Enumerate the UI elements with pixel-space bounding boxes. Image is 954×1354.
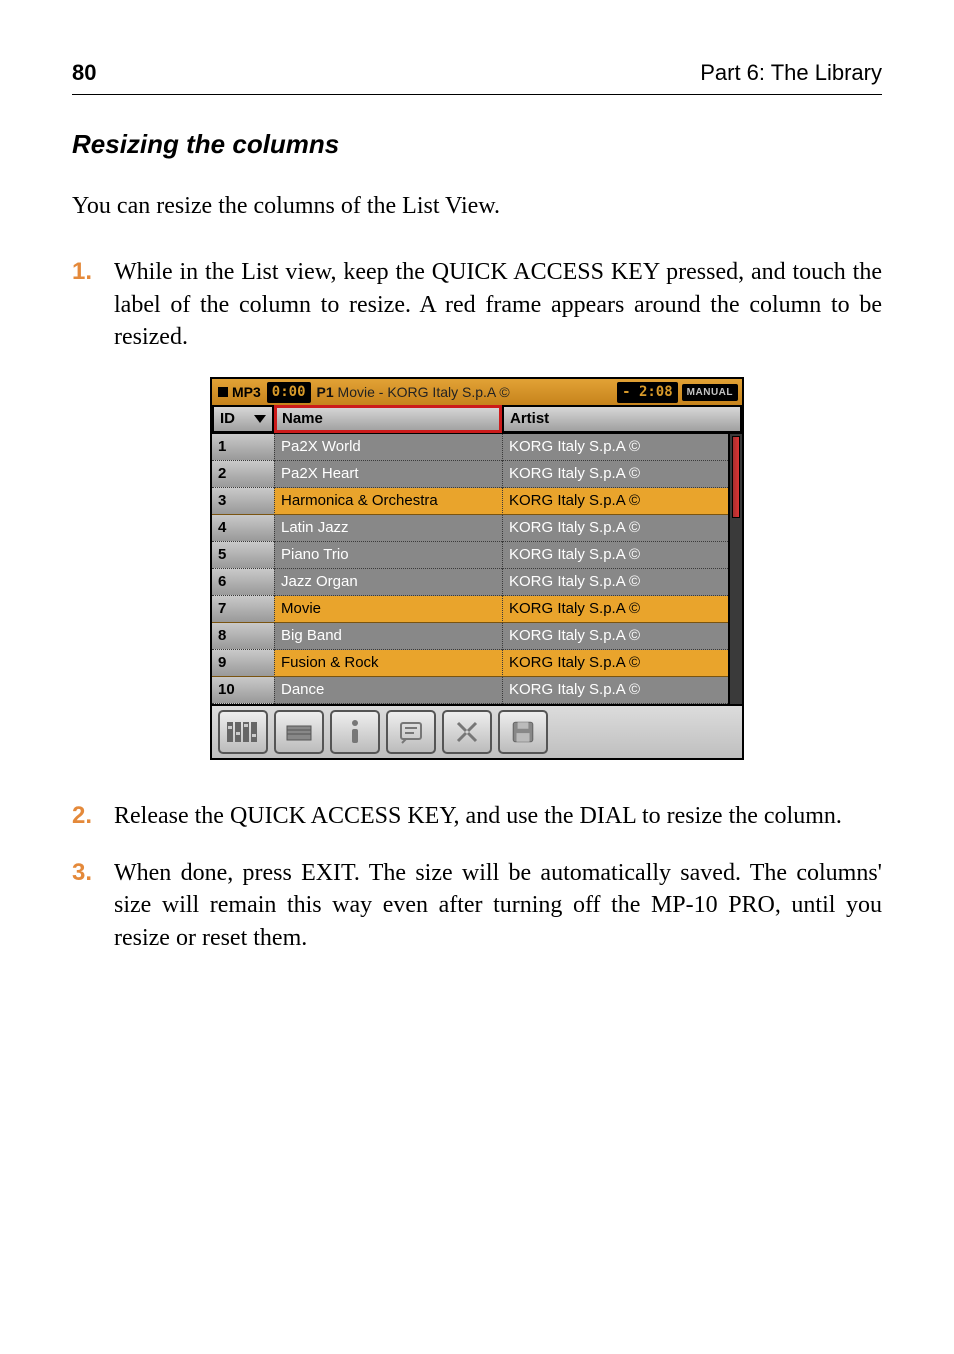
keyboard-icon: [286, 719, 312, 745]
cell-id: 7: [212, 596, 274, 623]
cell-id: 8: [212, 623, 274, 650]
toolbar: [212, 704, 742, 758]
table-row[interactable]: 6Jazz OrganKORG Italy S.p.A ©: [212, 569, 728, 596]
cell-artist: KORG Italy S.p.A ©: [502, 488, 728, 515]
cell-name: Dance: [274, 677, 502, 704]
lyrics-icon: [398, 719, 424, 745]
page-header: 80 Part 6: The Library: [72, 58, 882, 88]
table-header: ID Name Artist: [212, 407, 742, 434]
cell-artist: KORG Italy S.p.A ©: [502, 461, 728, 488]
save-icon: [510, 719, 536, 745]
device-screenshot: MP3 0:00 P1 Movie - KORG Italy S.p.A © -…: [210, 377, 744, 760]
table-row[interactable]: 10DanceKORG Italy S.p.A ©: [212, 677, 728, 704]
stop-icon: [218, 387, 228, 397]
step-1: 1. While in the List view, keep the QUIC…: [72, 256, 882, 353]
cell-id: 6: [212, 569, 274, 596]
page-number: 80: [72, 58, 96, 88]
cell-name: Fusion & Rock: [274, 650, 502, 677]
keyboard-button[interactable]: [274, 710, 324, 754]
save-button[interactable]: [498, 710, 548, 754]
song-title: P1 Movie - KORG Italy S.p.A ©: [317, 383, 614, 402]
cell-name: Big Band: [274, 623, 502, 650]
header-rule: [72, 94, 882, 95]
cell-id: 1: [212, 434, 274, 461]
mixer-icon: [226, 719, 260, 745]
format-tag: MP3: [232, 383, 261, 402]
info-button[interactable]: [330, 710, 380, 754]
cell-name: Jazz Organ: [274, 569, 502, 596]
cell-artist: KORG Italy S.p.A ©: [502, 596, 728, 623]
table-row[interactable]: 4Latin JazzKORG Italy S.p.A ©: [212, 515, 728, 542]
section-title: Part 6: The Library: [700, 58, 882, 88]
cell-artist: KORG Italy S.p.A ©: [502, 650, 728, 677]
cell-name: Pa2X Heart: [274, 461, 502, 488]
table-row[interactable]: 3Harmonica & OrchestraKORG Italy S.p.A ©: [212, 488, 728, 515]
table-row[interactable]: 7MovieKORG Italy S.p.A ©: [212, 596, 728, 623]
cell-name: Piano Trio: [274, 542, 502, 569]
table-row[interactable]: 1Pa2X WorldKORG Italy S.p.A ©: [212, 434, 728, 461]
step-3: 3. When done, press EXIT. The size will …: [72, 857, 882, 954]
title-bar: MP3 0:00 P1 Movie - KORG Italy S.p.A © -…: [212, 379, 742, 407]
cell-name: Movie: [274, 596, 502, 623]
cell-artist: KORG Italy S.p.A ©: [502, 434, 728, 461]
tools-button[interactable]: [442, 710, 492, 754]
intro-text: You can resize the columns of the List V…: [72, 190, 882, 222]
table-row[interactable]: 5Piano TrioKORG Italy S.p.A ©: [212, 542, 728, 569]
cell-artist: KORG Italy S.p.A ©: [502, 677, 728, 704]
mode-badge: MANUAL: [682, 384, 738, 402]
table-body: 1Pa2X WorldKORG Italy S.p.A ©2Pa2X Heart…: [212, 434, 728, 704]
cell-artist: KORG Italy S.p.A ©: [502, 515, 728, 542]
cell-id: 10: [212, 677, 274, 704]
scrollbar[interactable]: [728, 434, 742, 704]
cell-id: 4: [212, 515, 274, 542]
mixer-button[interactable]: [218, 710, 268, 754]
cell-id: 2: [212, 461, 274, 488]
lyrics-button[interactable]: [386, 710, 436, 754]
cell-id: 5: [212, 542, 274, 569]
cell-artist: KORG Italy S.p.A ©: [502, 569, 728, 596]
tools-icon: [454, 719, 480, 745]
column-name[interactable]: Name: [274, 407, 502, 433]
time-remaining: - 2:08: [617, 382, 678, 403]
step-2: 2. Release the QUICK ACCESS KEY, and use…: [72, 800, 882, 832]
scrollbar-track[interactable]: [730, 520, 742, 705]
cell-name: Pa2X World: [274, 434, 502, 461]
info-icon: [342, 719, 368, 745]
table-row[interactable]: 9Fusion & RockKORG Italy S.p.A ©: [212, 650, 728, 677]
section-heading: Resizing the columns: [72, 127, 882, 162]
table-row[interactable]: 8Big BandKORG Italy S.p.A ©: [212, 623, 728, 650]
cell-id: 9: [212, 650, 274, 677]
cell-id: 3: [212, 488, 274, 515]
cell-name: Harmonica & Orchestra: [274, 488, 502, 515]
column-artist[interactable]: Artist: [502, 407, 742, 433]
sort-desc-icon: [254, 415, 266, 423]
scrollbar-thumb[interactable]: [732, 436, 740, 517]
cell-artist: KORG Italy S.p.A ©: [502, 623, 728, 650]
column-id[interactable]: ID: [212, 407, 274, 433]
time-elapsed: 0:00: [267, 382, 311, 403]
cell-artist: KORG Italy S.p.A ©: [502, 542, 728, 569]
table-row[interactable]: 2Pa2X HeartKORG Italy S.p.A ©: [212, 461, 728, 488]
cell-name: Latin Jazz: [274, 515, 502, 542]
